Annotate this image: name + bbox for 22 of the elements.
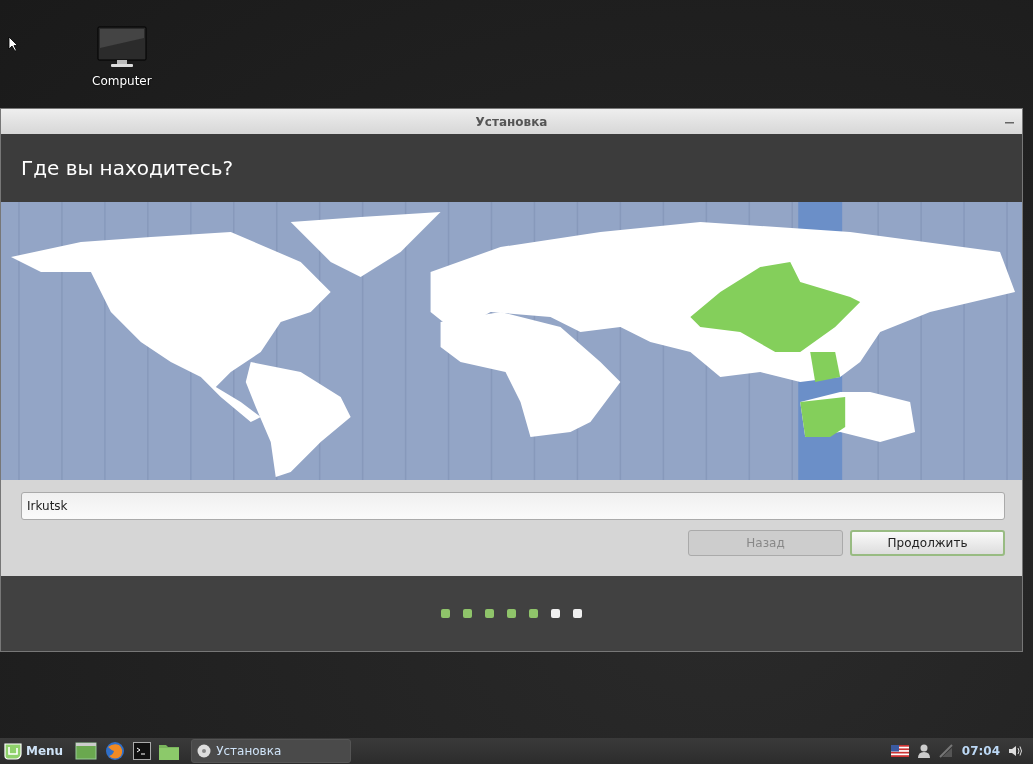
us-flag-icon[interactable] xyxy=(890,745,909,757)
desktop-icon-label[interactable]: Computer xyxy=(92,74,152,88)
minimize-icon[interactable] xyxy=(1005,121,1014,124)
user-icon[interactable] xyxy=(917,744,930,758)
taskbar-window-button[interactable]: Установка xyxy=(191,739,352,763)
network-icon[interactable] xyxy=(938,744,953,758)
terminal-icon[interactable] xyxy=(133,742,152,760)
folder-icon[interactable] xyxy=(159,742,180,760)
volume-icon[interactable] xyxy=(1009,745,1023,757)
mint-logo-icon xyxy=(4,742,22,760)
window-title: Установка xyxy=(475,114,548,129)
location-field[interactable]: Irkutsk xyxy=(21,492,1005,520)
world-map-drawing[interactable] xyxy=(1,202,1022,480)
clock[interactable]: 07:04 xyxy=(961,744,1000,758)
browser-icon[interactable] xyxy=(105,741,126,761)
mouse-pointer-icon xyxy=(8,36,18,52)
computer-monitor-icon[interactable] xyxy=(96,26,147,68)
page-heading: Где вы находитесь? xyxy=(21,156,234,180)
show-desktop-icon[interactable] xyxy=(75,742,98,760)
disc-icon xyxy=(197,744,212,758)
menu-button[interactable]: Menu xyxy=(4,742,68,760)
continue-button[interactable]: Продолжить xyxy=(850,530,1005,556)
